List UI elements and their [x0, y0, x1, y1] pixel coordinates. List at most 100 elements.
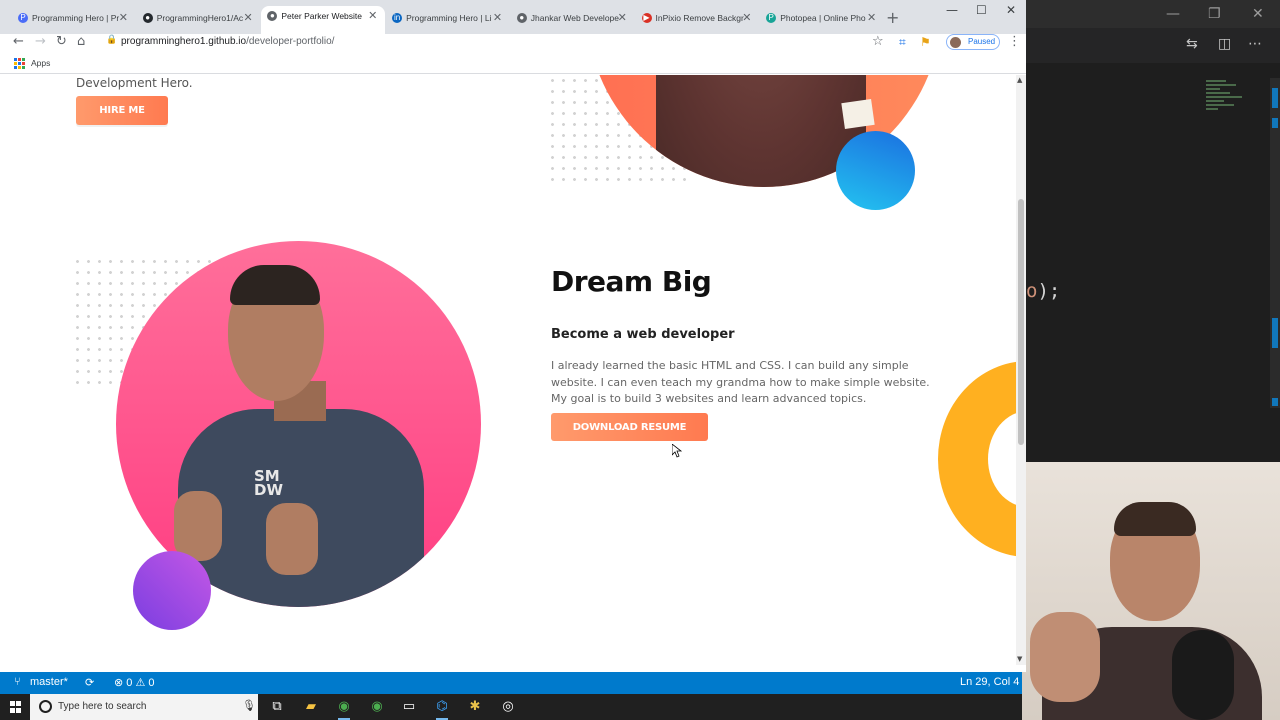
microphone-icon[interactable]: 🎙 — [242, 699, 256, 712]
chrome-window: P Programming Hero | Pr ✕ ● ProgrammingHero1… — [0, 0, 1026, 672]
branch-name[interactable]: master* — [30, 676, 68, 688]
tab-favicon-icon: ● — [516, 13, 527, 23]
chrome-second-icon[interactable]: ◉ — [369, 699, 385, 715]
vscode-icon[interactable]: ⌬ — [434, 699, 450, 720]
tab-favicon-icon: ● — [267, 11, 278, 21]
url-text[interactable]: programminghero1.github.io/developer-por… — [121, 36, 334, 47]
tab-close-icon[interactable]: ✕ — [243, 8, 252, 28]
tab-strip: P Programming Hero | Pr ✕ ● ProgrammingHero1… — [0, 0, 1026, 34]
tab-close-icon[interactable]: ✕ — [119, 8, 128, 28]
tab-favicon-icon: ▶ — [641, 13, 652, 23]
browser-tab[interactable]: ● ProgrammingHero1/Ac ✕ — [137, 8, 261, 34]
slack-icon[interactable]: ✱ — [467, 699, 483, 715]
vscode-statusbar: ⑂ master* ⟳ ⊗ 0 ⚠ 0 Ln 29, Col 4 — [0, 672, 1022, 694]
windows-taskbar: Type here to search 🎙 ⧉ ▰ ◉ ◉ ▭ ⌬ ✱ ◎ — [0, 694, 1022, 720]
tab-close-icon[interactable]: ✕ — [368, 6, 377, 26]
forward-icon[interactable]: → — [35, 34, 46, 49]
close-icon[interactable]: ✕ — [1252, 6, 1264, 22]
error-count: 0 — [126, 677, 133, 689]
browser-tab[interactable]: ▶ InPixio Remove Backgr ✕ — [636, 8, 760, 34]
vscode-titlebar: — ❐ ✕ — [1026, 0, 1280, 28]
profile-photo-top — [656, 75, 866, 187]
purple-accent-circle — [133, 551, 211, 630]
profile-button[interactable]: Paused — [946, 34, 1000, 50]
scroll-up-icon[interactable]: ▲ — [1017, 76, 1022, 84]
apps-bookmark[interactable]: Apps — [31, 58, 50, 68]
github-desktop-icon[interactable]: ◎ — [500, 699, 516, 715]
reload-icon[interactable]: ↻ — [56, 34, 67, 49]
minimap[interactable] — [1206, 78, 1246, 128]
section-subheading: Become a web developer — [551, 327, 735, 342]
split-editor-icon[interactable]: ◫ — [1218, 36, 1231, 52]
code-fragment-tail: ); — [1037, 280, 1061, 302]
tab-title: Programming Hero | Li — [406, 13, 492, 23]
browser-tab[interactable]: ● Jhankar Web Develope ✕ — [511, 8, 635, 34]
more-actions-icon[interactable]: ⋯ — [1248, 36, 1262, 52]
scrollbar-thumb[interactable] — [1018, 199, 1024, 445]
page-scrollbar[interactable]: ▲ ▼ — [1016, 75, 1026, 665]
lock-icon[interactable]: 🔒 — [106, 35, 117, 45]
tab-close-icon[interactable]: ✕ — [493, 8, 502, 28]
blue-accent-circle — [836, 131, 915, 210]
close-icon[interactable]: ✕ — [1006, 3, 1016, 17]
compare-changes-icon[interactable]: ⇆ — [1186, 36, 1198, 52]
section-heading: Dream Big — [551, 265, 712, 298]
presenter-hair — [1114, 502, 1196, 536]
sticky-note — [841, 99, 875, 129]
browser-tab[interactable]: in Programming Hero | Li ✕ — [386, 8, 510, 34]
screen: — ❐ ✕ ⇆ ◫ ⋯ o); P Programming Hero | Pr ✕ ●… — [0, 0, 1280, 720]
thumbs-up-right — [266, 503, 318, 575]
vscode-editor-actions: ⇆ ◫ ⋯ — [1026, 28, 1280, 63]
hair — [230, 265, 320, 305]
taskbar-search-placeholder: Type here to search — [58, 701, 147, 712]
tab-title: Programming Hero | Pr — [32, 13, 120, 23]
start-windows-icon[interactable] — [10, 701, 22, 713]
mouse-cursor-icon — [672, 444, 682, 458]
address-bar[interactable]: 🔒 programminghero1.github.io/developer-p… — [100, 33, 890, 51]
home-icon[interactable]: ⌂ — [77, 34, 85, 49]
restore-icon[interactable]: ❐ — [1208, 6, 1221, 22]
download-resume-button[interactable]: DOWNLOAD RESUME — [551, 413, 708, 441]
terminal-icon[interactable]: ▭ — [401, 699, 417, 715]
apps-grid-icon[interactable] — [14, 58, 25, 69]
hero-tagline: Development Hero. — [76, 76, 193, 90]
code-fragment-paren: o — [1026, 280, 1038, 302]
new-tab-button[interactable]: + — [886, 8, 899, 27]
hire-me-button[interactable]: HIRE ME — [76, 96, 168, 125]
vscode-scrollbar[interactable] — [1270, 78, 1280, 408]
minimize-icon[interactable]: — — [1166, 6, 1180, 22]
browser-tab[interactable]: P Programming Hero | Pr ✕ — [12, 8, 136, 34]
tab-favicon-icon: P — [766, 13, 777, 23]
branch-icon[interactable]: ⑂ — [14, 676, 21, 688]
tab-close-icon[interactable]: ✕ — [618, 8, 627, 28]
tab-close-icon[interactable]: ✕ — [742, 8, 751, 28]
tab-title: Photopea | Online Pho — [780, 13, 866, 23]
taskbar-search-box[interactable]: Type here to search 🎙 — [30, 694, 258, 720]
cursor-position[interactable]: Ln 29, Col 4 — [960, 676, 1019, 688]
browser-tab[interactable]: ● Peter Parker Website ✕ — [261, 6, 386, 34]
scroll-down-icon[interactable]: ▼ — [1017, 655, 1022, 663]
file-explorer-icon[interactable]: ▰ — [303, 699, 319, 715]
code-line[interactable]: o); — [1026, 280, 1060, 302]
chrome-icon[interactable]: ◉ — [336, 699, 352, 720]
menu-kebab-icon[interactable]: ⋮ — [1008, 34, 1021, 49]
sync-icon[interactable]: ⟳ — [85, 676, 94, 689]
cortana-icon — [39, 700, 52, 713]
extension-grid-icon[interactable]: ⌗ — [899, 35, 906, 50]
task-view-icon[interactable]: ⧉ — [269, 699, 285, 715]
browser-tab[interactable]: P Photopea | Online Pho ✕ — [760, 8, 884, 34]
thumbs-up-left — [174, 491, 222, 561]
bookmark-star-icon[interactable]: ☆ — [872, 34, 884, 49]
url-host: programminghero1.github.io — [121, 36, 247, 47]
orange-ring-decoration — [938, 361, 1016, 557]
tab-title: Jhankar Web Develope — [530, 13, 619, 23]
tab-title: ProgrammingHero1/Ac — [156, 13, 244, 23]
presenter-hand — [1030, 612, 1100, 702]
extension-flag-icon[interactable]: ⚑ — [920, 35, 931, 49]
back-icon[interactable]: ← — [13, 34, 24, 49]
tab-close-icon[interactable]: ✕ — [867, 8, 876, 28]
maximize-icon[interactable]: ☐ — [976, 3, 987, 17]
problems-indicator[interactable]: ⊗ 0 ⚠ 0 — [114, 676, 155, 689]
tab-favicon-icon: ● — [142, 13, 153, 23]
minimize-icon[interactable]: — — [946, 3, 958, 17]
